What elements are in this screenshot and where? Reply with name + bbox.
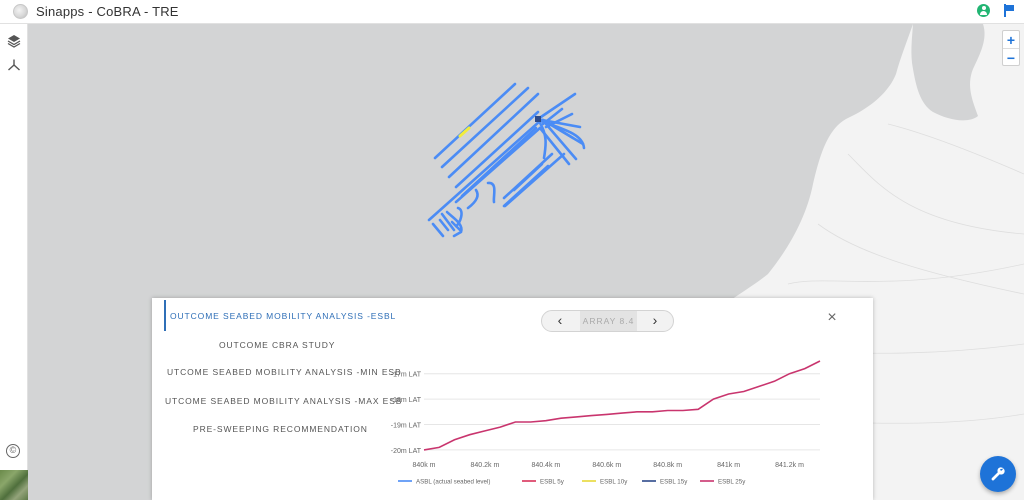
chart-svg: -17m LAT -18m LAT -19m LAT -20m LAT 840k m 84… <box>391 360 821 486</box>
x-tick-label: 840.8k m <box>653 462 682 469</box>
layers-button[interactable] <box>5 32 23 50</box>
substation-marker <box>535 116 541 122</box>
previous-array-button[interactable]: ‹ <box>542 311 578 331</box>
x-tick-label: 841k m <box>717 462 740 469</box>
x-tick-label: 841.2k m <box>775 462 804 469</box>
basemap-thumbnail[interactable] <box>0 470 28 500</box>
x-tick-label: 840.4k m <box>531 462 560 469</box>
legend-label: ESBL 25y <box>718 479 746 486</box>
app-title: Sinapps - CoBRA - TRE <box>36 4 179 19</box>
tab-cbra-study[interactable]: OUTCOME CBRA STUDY <box>219 340 335 356</box>
legend-label: ESBL 5y <box>540 479 565 486</box>
left-toolbar: © <box>0 24 28 500</box>
next-array-button[interactable]: › <box>637 311 673 331</box>
network-icon <box>8 59 20 71</box>
tools-fab-button[interactable] <box>980 456 1016 492</box>
tab-esbl[interactable]: OUTCOME SEABED MOBILITY ANALYSIS -ESBL <box>170 311 396 327</box>
y-tick-label: -17m LAT <box>391 372 422 379</box>
app-header: Sinapps - CoBRA - TRE <box>0 0 1024 24</box>
x-tick-label: 840.6k m <box>592 462 621 469</box>
header-actions <box>977 4 1014 17</box>
x-tick-label: 840.2k m <box>471 462 500 469</box>
y-tick-label: -18m LAT <box>391 397 422 404</box>
tab-pre-sweeping[interactable]: PRE-SWEEPING RECOMMENDATION <box>193 424 368 440</box>
analysis-panel: OUTCOME SEABED MOBILITY ANALYSIS -ESBL O… <box>152 298 873 500</box>
y-tick-label: -19m LAT <box>391 423 422 430</box>
array-pager: ‹ ARRAY 8.4 › <box>541 310 674 332</box>
legend-label: ESBL 10y <box>600 479 628 486</box>
series-line <box>423 360 821 451</box>
x-tick-label: 840k m <box>413 462 436 469</box>
close-icon[interactable]: × <box>824 310 840 326</box>
tab-max-esbl[interactable]: UTCOME SEABED MOBILITY ANALYSIS -MAX ESB <box>165 396 402 412</box>
copyright-icon[interactable]: © <box>6 444 20 458</box>
y-tick-label: -20m LAT <box>391 448 422 455</box>
wrench-icon <box>991 467 1005 481</box>
network-button[interactable] <box>5 56 23 74</box>
cable-network <box>427 82 586 238</box>
app-logo-icon <box>13 4 28 19</box>
layers-icon <box>7 35 21 48</box>
tab-min-esbl[interactable]: UTCOME SEABED MOBILITY ANALYSIS -MIN ESB <box>167 367 402 383</box>
zoom-out-button[interactable]: − <box>1003 49 1019 66</box>
legend-label: ASBL (actual seabed level) <box>416 479 490 486</box>
array-label: ARRAY 8.4 <box>580 311 637 331</box>
flag-icon[interactable] <box>1004 4 1014 17</box>
esbl-chart: -17m LAT -18m LAT -19m LAT -20m LAT 840k m 84… <box>382 353 822 498</box>
legend-label: ESBL 15y <box>660 479 688 486</box>
zoom-control: + − <box>1002 30 1020 66</box>
zoom-in-button[interactable]: + <box>1003 31 1019 48</box>
user-icon[interactable] <box>977 4 990 17</box>
active-tab-indicator <box>164 300 166 331</box>
